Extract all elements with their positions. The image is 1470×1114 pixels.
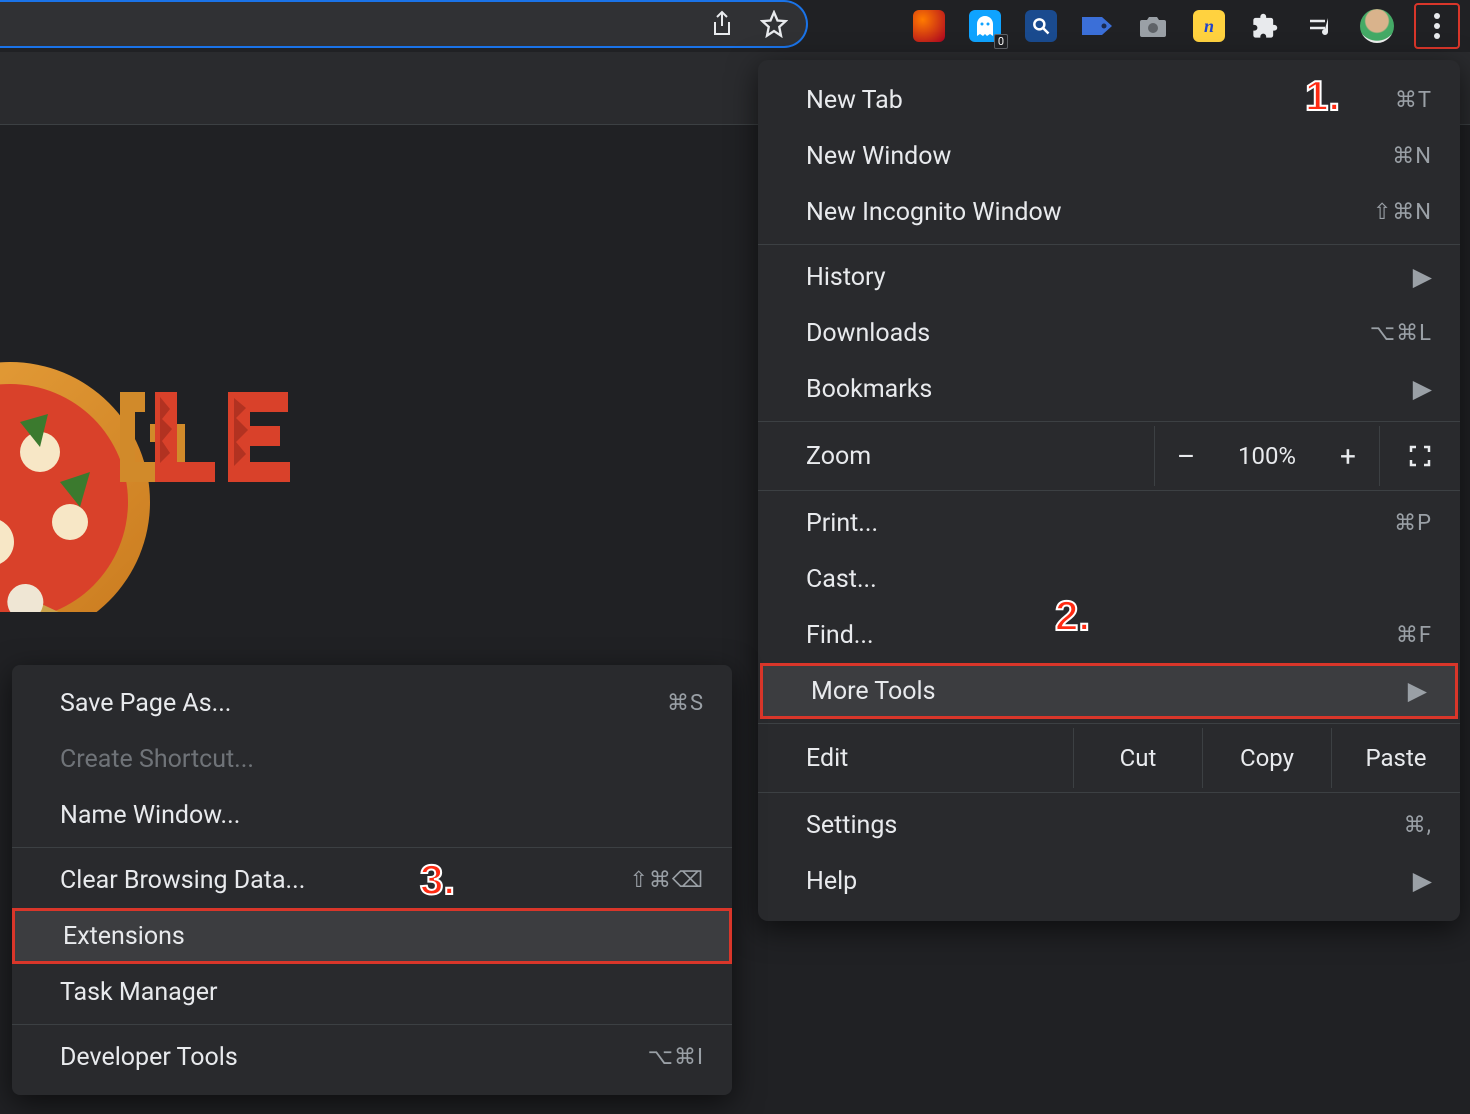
menu-shortcut: ⌘P	[1394, 511, 1432, 536]
submenu-item-clear-data[interactable]: Clear Browsing Data... ⇧⌘⌫	[12, 852, 732, 908]
annotation-1: 1.	[1305, 72, 1340, 120]
menu-label: Bookmarks	[806, 375, 932, 404]
menu-separator	[758, 421, 1460, 422]
menu-item-cast[interactable]: Cast...	[758, 551, 1460, 607]
menu-label: History	[806, 263, 886, 292]
submenu-item-create-shortcut: Create Shortcut...	[12, 731, 732, 787]
menu-separator	[758, 792, 1460, 793]
edit-paste-button[interactable]: Paste	[1331, 728, 1460, 788]
menu-separator	[12, 847, 732, 848]
menu-label: Clear Browsing Data...	[60, 866, 305, 895]
menu-label: Create Shortcut...	[60, 745, 254, 774]
menu-shortcut: ⌥⌘I	[648, 1045, 704, 1070]
menu-separator	[758, 723, 1460, 724]
more-tools-submenu: Save Page As... ⌘S Create Shortcut... Na…	[12, 665, 732, 1095]
google-doodle[interactable]	[0, 352, 340, 612]
menu-label: Downloads	[806, 319, 930, 348]
menu-shortcut: ⌘,	[1404, 813, 1432, 838]
menu-shortcut: ⌥⌘L	[1370, 321, 1432, 346]
menu-label: New Tab	[806, 86, 903, 115]
menu-label: Name Window...	[60, 801, 240, 830]
fullscreen-button[interactable]	[1379, 426, 1460, 486]
menu-label: More Tools	[811, 677, 936, 706]
submenu-item-developer-tools[interactable]: Developer Tools ⌥⌘I	[12, 1029, 732, 1085]
ghostery-badge: 0	[994, 34, 1008, 49]
menu-label: Settings	[806, 811, 897, 840]
extension-notes-icon[interactable]: n	[1190, 7, 1228, 45]
menu-label: Help	[806, 867, 857, 896]
submenu-item-extensions[interactable]: Extensions	[12, 908, 732, 964]
extension-swirl-icon[interactable]	[910, 7, 948, 45]
menu-item-zoom: Zoom – 100% +	[758, 426, 1460, 486]
chrome-menu-button[interactable]	[1414, 3, 1460, 49]
extension-search-icon[interactable]	[1022, 7, 1060, 45]
menu-item-bookmarks[interactable]: Bookmarks ▶	[758, 361, 1460, 417]
star-icon[interactable]	[760, 10, 788, 38]
menu-shortcut: ⌘N	[1392, 144, 1432, 169]
menu-label: Edit	[758, 728, 1073, 788]
submenu-item-name-window[interactable]: Name Window...	[12, 787, 732, 843]
annotation-2: 2.	[1055, 592, 1090, 640]
menu-item-find[interactable]: Find... ⌘F	[758, 607, 1460, 663]
extension-toolbar: 0 n	[900, 0, 1470, 52]
menu-label: Cast...	[806, 565, 877, 594]
menu-label: Extensions	[63, 922, 185, 951]
menu-label: Developer Tools	[60, 1043, 238, 1072]
chrome-main-menu: New Tab ⌘T New Window ⌘N New Incognito W…	[758, 60, 1460, 921]
submenu-item-save-page[interactable]: Save Page As... ⌘S	[12, 675, 732, 731]
menu-shortcut: ⇧⌘N	[1373, 200, 1432, 225]
menu-label: Save Page As...	[60, 689, 231, 718]
annotation-3: 3.	[420, 856, 455, 904]
profile-avatar[interactable]	[1358, 7, 1396, 45]
menu-label: New Window	[806, 142, 951, 171]
menu-item-help[interactable]: Help ▶	[758, 853, 1460, 909]
menu-item-edit: Edit Cut Copy Paste	[758, 728, 1460, 788]
submenu-item-task-manager[interactable]: Task Manager	[12, 964, 732, 1020]
menu-label: Find...	[806, 621, 874, 650]
submenu-arrow-icon: ▶	[1413, 374, 1432, 404]
menu-item-new-window[interactable]: New Window ⌘N	[758, 128, 1460, 184]
menu-label: Task Manager	[60, 978, 218, 1007]
menu-shortcut: ⌘S	[667, 691, 704, 716]
submenu-arrow-icon: ▶	[1413, 866, 1432, 896]
zoom-out-button[interactable]: –	[1155, 440, 1217, 473]
menu-item-settings[interactable]: Settings ⌘,	[758, 797, 1460, 853]
zoom-in-button[interactable]: +	[1317, 440, 1379, 473]
extension-tag-icon[interactable]	[1078, 7, 1116, 45]
menu-item-more-tools[interactable]: More Tools ▶	[760, 663, 1458, 719]
zoom-value: 100%	[1217, 442, 1317, 470]
menu-separator	[12, 1024, 732, 1025]
menu-item-new-tab[interactable]: New Tab ⌘T	[758, 72, 1460, 128]
menu-shortcut: ⌘T	[1395, 88, 1432, 113]
extension-ghostery-icon[interactable]: 0	[966, 7, 1004, 45]
edit-cut-button[interactable]: Cut	[1073, 728, 1202, 788]
submenu-arrow-icon: ▶	[1413, 262, 1432, 292]
menu-separator	[758, 490, 1460, 491]
menu-label: New Incognito Window	[806, 198, 1062, 227]
omnibox[interactable]	[0, 0, 808, 48]
menu-item-print[interactable]: Print... ⌘P	[758, 495, 1460, 551]
media-control-icon[interactable]	[1302, 7, 1340, 45]
edit-copy-button[interactable]: Copy	[1202, 728, 1331, 788]
extension-camera-icon[interactable]	[1134, 7, 1172, 45]
menu-item-history[interactable]: History ▶	[758, 249, 1460, 305]
menu-item-downloads[interactable]: Downloads ⌥⌘L	[758, 305, 1460, 361]
menu-label: Zoom	[758, 442, 1154, 471]
menu-separator	[758, 244, 1460, 245]
menu-label: Print...	[806, 509, 878, 538]
share-icon[interactable]	[710, 10, 734, 38]
menu-shortcut: ⇧⌘⌫	[629, 868, 704, 893]
browser-toolbar: 0 n	[0, 0, 1470, 52]
submenu-arrow-icon: ▶	[1408, 676, 1427, 706]
menu-item-new-incognito[interactable]: New Incognito Window ⇧⌘N	[758, 184, 1460, 240]
extensions-puzzle-icon[interactable]	[1246, 7, 1284, 45]
menu-shortcut: ⌘F	[1396, 623, 1432, 648]
